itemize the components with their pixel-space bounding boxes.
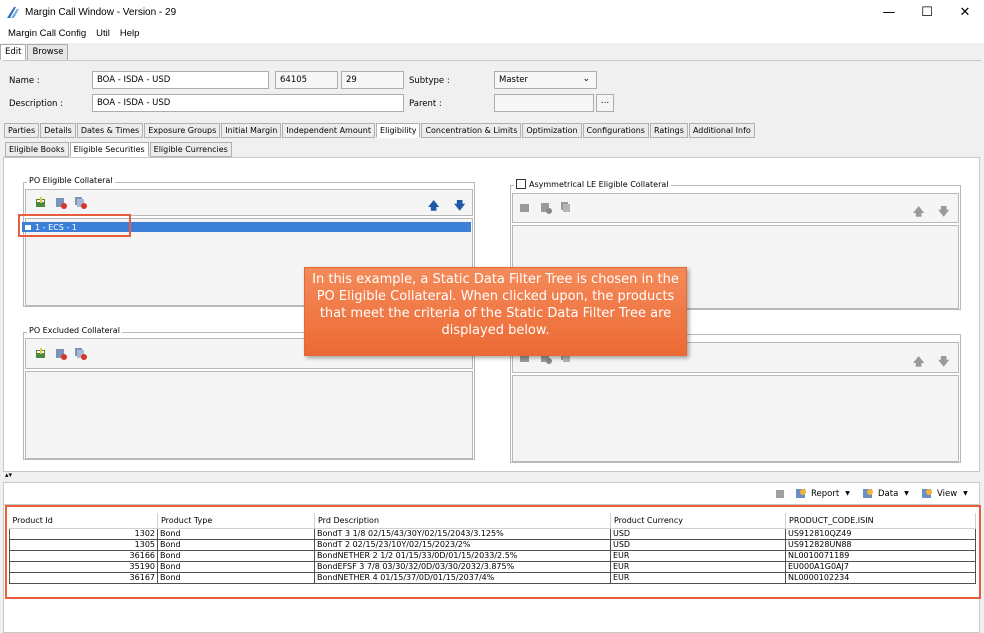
po-eligible-toolbar: 🡅 🡇 (25, 189, 473, 216)
name-field[interactable]: BOA - ISDA - USD (92, 71, 269, 89)
sub-tabs: Eligible Books Eligible Securities Eligi… (5, 142, 233, 157)
chevron-down-icon: ⌄ (582, 74, 590, 84)
view-icon (922, 489, 932, 498)
parent-browse-button[interactable]: ... (596, 94, 614, 112)
tab-ratings[interactable]: Ratings (649, 123, 688, 138)
dropdown-arrow-icon: ▼ (904, 490, 909, 497)
app-logo-icon (7, 7, 19, 18)
splitter-handle[interactable]: ▴▾ (0, 472, 984, 479)
move-up-icon[interactable]: 🡅 (428, 197, 439, 216)
view-label: View (937, 488, 958, 499)
remove-filter-disabled-icon (541, 203, 552, 214)
subtype-label: Subtype : (409, 76, 450, 86)
tab-initial-margin[interactable]: Initial Margin (221, 123, 282, 138)
subtype-select[interactable]: Master ⌄ (494, 71, 597, 89)
report-icon (796, 489, 806, 498)
main-tabs: Parties Details Dates & Times Exposure G… (4, 123, 756, 138)
menu-help[interactable]: Help (115, 28, 145, 39)
square-icon[interactable] (775, 489, 785, 499)
menu-margin-call-config[interactable]: Margin Call Config (3, 28, 91, 39)
le-excluded-list[interactable] (512, 375, 959, 462)
highlight-box-selection (18, 214, 131, 237)
tab-browse[interactable]: Browse (27, 44, 69, 60)
description-label: Description : (9, 99, 63, 109)
tab-optimization[interactable]: Optimization (522, 123, 582, 138)
po-eligible-collateral-title: PO Eligible Collateral (27, 176, 115, 185)
tab-concentration-limits[interactable]: Concentration & Limits (421, 123, 522, 138)
data-label: Data (878, 488, 899, 499)
report-label: Report (811, 488, 840, 499)
title-bar: Margin Call Window - Version - 29 — ☐ ✕ (0, 0, 984, 24)
menu-bar: Margin Call Config Util Help (0, 24, 984, 43)
tab-exposure-groups[interactable]: Exposure Groups (144, 123, 221, 138)
tab-independent-amount[interactable]: Independent Amount (282, 123, 376, 138)
description-field[interactable]: BOA - ISDA - USD (92, 94, 404, 112)
tab-configurations[interactable]: Configurations (582, 123, 649, 138)
tab-additional-info[interactable]: Additional Info (688, 123, 755, 138)
clear-filters-icon[interactable] (75, 197, 87, 209)
tab-details[interactable]: Details (40, 123, 76, 138)
tab-edit[interactable]: Edit (0, 44, 27, 60)
dropdown-arrow-icon: ▼ (845, 490, 850, 497)
tab-dates-times[interactable]: Dates & Times (76, 123, 144, 138)
window-title: Margin Call Window - Version - 29 (25, 6, 177, 18)
tab-eligibility[interactable]: Eligibility (376, 123, 421, 138)
move-up-disabled-icon: 🡅 (913, 355, 925, 368)
dropdown-arrow-icon: ▼ (963, 490, 968, 497)
view-menu[interactable]: View ▼ (922, 488, 968, 499)
add-filter-icon[interactable] (35, 197, 47, 209)
data-menu[interactable]: Data ▼ (863, 488, 909, 499)
results-toolbar: Report ▼ Data ▼ View ▼ (3, 482, 980, 504)
menu-util[interactable]: Util (91, 28, 115, 39)
move-down-disabled-icon: 🡇 (938, 205, 950, 218)
report-menu[interactable]: Report ▼ (796, 488, 850, 499)
close-button[interactable]: ✕ (946, 0, 984, 24)
tab-eligible-books[interactable]: Eligible Books (5, 142, 69, 157)
po-excluded-collateral-title: PO Excluded Collateral (27, 326, 122, 335)
parent-label: Parent : (409, 99, 442, 109)
po-excluded-list[interactable] (25, 371, 473, 459)
clear-filters-disabled-icon (561, 202, 570, 212)
id-field: 64105 (275, 71, 338, 89)
parent-field[interactable] (494, 94, 594, 112)
asym-le-eligible-title: Asymmetrical LE Eligible Collateral (514, 179, 671, 189)
move-up-disabled-icon: 🡅 (913, 205, 925, 218)
annotation-callout: In this example, a Static Data Filter Tr… (304, 267, 687, 356)
clear-filters-icon[interactable] (75, 348, 87, 360)
data-icon (863, 489, 873, 498)
asym-le-checkbox[interactable] (516, 179, 526, 189)
highlight-box-results (5, 505, 981, 599)
asym-le-toolbar: 🡅 🡇 (512, 193, 959, 223)
minimize-button[interactable]: — (870, 0, 908, 24)
mode-tabs: Edit Browse (0, 44, 69, 60)
version-field: 29 (341, 71, 404, 89)
move-down-disabled-icon: 🡇 (938, 355, 950, 368)
asym-le-eligible-label: Asymmetrical LE Eligible Collateral (529, 179, 669, 189)
remove-filter-icon[interactable] (55, 197, 67, 209)
move-down-icon[interactable]: 🡇 (454, 197, 465, 216)
tab-eligible-currencies[interactable]: Eligible Currencies (149, 142, 232, 157)
maximize-button[interactable]: ☐ (908, 0, 946, 24)
tab-eligible-securities[interactable]: Eligible Securities (69, 142, 149, 157)
remove-filter-icon[interactable] (55, 348, 67, 360)
tab-parties[interactable]: Parties (4, 123, 40, 138)
add-filter-disabled-icon (520, 204, 529, 212)
add-filter-icon[interactable] (35, 348, 47, 360)
header-form: Name : BOA - ISDA - USD 64105 29 Subtype… (3, 60, 981, 120)
name-label: Name : (9, 76, 40, 86)
subtype-value: Master (499, 75, 529, 85)
